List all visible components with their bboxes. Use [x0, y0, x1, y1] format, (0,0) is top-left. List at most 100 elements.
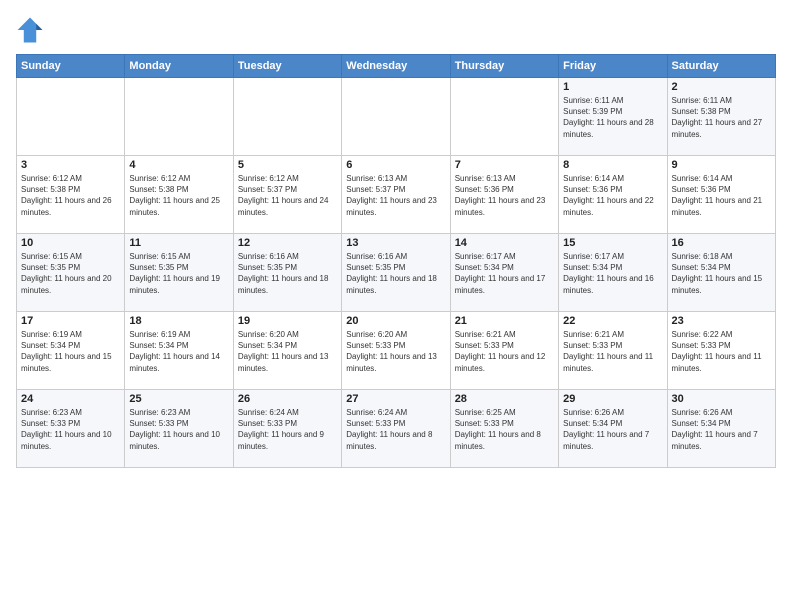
- day-info: Sunrise: 6:12 AM Sunset: 5:38 PM Dayligh…: [129, 173, 228, 218]
- calendar-cell: 15 Sunrise: 6:17 AM Sunset: 5:34 PM Dayli…: [559, 234, 667, 312]
- calendar-cell: 23 Sunrise: 6:22 AM Sunset: 5:33 PM Dayli…: [667, 312, 775, 390]
- calendar-cell: 29 Sunrise: 6:26 AM Sunset: 5:34 PM Dayli…: [559, 390, 667, 468]
- weekday-header-friday: Friday: [559, 55, 667, 78]
- day-info: Sunrise: 6:13 AM Sunset: 5:37 PM Dayligh…: [346, 173, 445, 218]
- day-info: Sunrise: 6:20 AM Sunset: 5:33 PM Dayligh…: [346, 329, 445, 374]
- day-info: Sunrise: 6:12 AM Sunset: 5:37 PM Dayligh…: [238, 173, 337, 218]
- day-info: Sunrise: 6:20 AM Sunset: 5:34 PM Dayligh…: [238, 329, 337, 374]
- day-info: Sunrise: 6:24 AM Sunset: 5:33 PM Dayligh…: [346, 407, 445, 452]
- calendar-cell: 19 Sunrise: 6:20 AM Sunset: 5:34 PM Dayli…: [233, 312, 341, 390]
- calendar-cell: [125, 78, 233, 156]
- day-info: Sunrise: 6:11 AM Sunset: 5:38 PM Dayligh…: [672, 95, 771, 140]
- day-info: Sunrise: 6:19 AM Sunset: 5:34 PM Dayligh…: [21, 329, 120, 374]
- day-number: 27: [346, 393, 445, 405]
- day-number: 11: [129, 237, 228, 249]
- calendar-cell: 11 Sunrise: 6:15 AM Sunset: 5:35 PM Dayli…: [125, 234, 233, 312]
- calendar-cell: 21 Sunrise: 6:21 AM Sunset: 5:33 PM Dayli…: [450, 312, 558, 390]
- calendar-cell: 24Sunrise: 6:23 AM Sunset: 5:33 PM Dayli…: [17, 390, 125, 468]
- calendar-cell: 7 Sunrise: 6:13 AM Sunset: 5:36 PM Daylig…: [450, 156, 558, 234]
- day-info: Sunrise: 6:26 AM Sunset: 5:34 PM Dayligh…: [563, 407, 662, 452]
- day-number: 13: [346, 237, 445, 249]
- page: SundayMondayTuesdayWednesdayThursdayFrid…: [0, 0, 792, 612]
- calendar-cell: 2 Sunrise: 6:11 AM Sunset: 5:38 PM Daylig…: [667, 78, 775, 156]
- calendar-cell: 26Sunrise: 6:24 AM Sunset: 5:33 PM Dayli…: [233, 390, 341, 468]
- day-number: 2: [672, 81, 771, 93]
- logo: [16, 16, 48, 44]
- day-number: 19: [238, 315, 337, 327]
- week-row-4: 17 Sunrise: 6:19 AM Sunset: 5:34 PM Dayli…: [17, 312, 776, 390]
- calendar-cell: 4 Sunrise: 6:12 AM Sunset: 5:38 PM Daylig…: [125, 156, 233, 234]
- day-info: Sunrise: 6:21 AM Sunset: 5:33 PM Dayligh…: [455, 329, 554, 374]
- week-row-5: 24Sunrise: 6:23 AM Sunset: 5:33 PM Dayli…: [17, 390, 776, 468]
- day-info: Sunrise: 6:11 AM Sunset: 5:39 PM Dayligh…: [563, 95, 662, 140]
- calendar-cell: 22 Sunrise: 6:21 AM Sunset: 5:33 PM Dayli…: [559, 312, 667, 390]
- day-info: Sunrise: 6:14 AM Sunset: 5:36 PM Dayligh…: [563, 173, 662, 218]
- day-number: 23: [672, 315, 771, 327]
- calendar-cell: 13 Sunrise: 6:16 AM Sunset: 5:35 PM Dayli…: [342, 234, 450, 312]
- day-info: Sunrise: 6:15 AM Sunset: 5:35 PM Dayligh…: [21, 251, 120, 296]
- day-number: 6: [346, 159, 445, 171]
- day-info: Sunrise: 6:21 AM Sunset: 5:33 PM Dayligh…: [563, 329, 662, 374]
- day-number: 21: [455, 315, 554, 327]
- day-info: Sunrise: 6:23 AM Sunset: 5:33 PM Dayligh…: [129, 407, 228, 452]
- day-number: 10: [21, 237, 120, 249]
- weekday-header-sunday: Sunday: [17, 55, 125, 78]
- day-info: Sunrise: 6:17 AM Sunset: 5:34 PM Dayligh…: [455, 251, 554, 296]
- calendar-cell: 18Sunrise: 6:19 AM Sunset: 5:34 PM Dayli…: [125, 312, 233, 390]
- week-row-2: 3 Sunrise: 6:12 AM Sunset: 5:38 PM Daylig…: [17, 156, 776, 234]
- day-number: 18: [129, 315, 228, 327]
- calendar-body: 1 Sunrise: 6:11 AM Sunset: 5:39 PM Daylig…: [17, 78, 776, 468]
- calendar-cell: [17, 78, 125, 156]
- day-info: Sunrise: 6:16 AM Sunset: 5:35 PM Dayligh…: [238, 251, 337, 296]
- week-row-3: 10 Sunrise: 6:15 AM Sunset: 5:35 PM Dayli…: [17, 234, 776, 312]
- logo-icon: [16, 16, 44, 44]
- calendar-cell: 20 Sunrise: 6:20 AM Sunset: 5:33 PM Dayli…: [342, 312, 450, 390]
- day-number: 4: [129, 159, 228, 171]
- calendar-cell: 30 Sunrise: 6:26 AM Sunset: 5:34 PM Dayli…: [667, 390, 775, 468]
- calendar-cell: 17 Sunrise: 6:19 AM Sunset: 5:34 PM Dayli…: [17, 312, 125, 390]
- day-number: 26: [238, 393, 337, 405]
- calendar-cell: [450, 78, 558, 156]
- day-number: 8: [563, 159, 662, 171]
- day-info: Sunrise: 6:13 AM Sunset: 5:36 PM Dayligh…: [455, 173, 554, 218]
- calendar-cell: 16 Sunrise: 6:18 AM Sunset: 5:34 PM Dayli…: [667, 234, 775, 312]
- day-info: Sunrise: 6:14 AM Sunset: 5:36 PM Dayligh…: [672, 173, 771, 218]
- calendar-cell: 3 Sunrise: 6:12 AM Sunset: 5:38 PM Daylig…: [17, 156, 125, 234]
- calendar-cell: 12 Sunrise: 6:16 AM Sunset: 5:35 PM Dayli…: [233, 234, 341, 312]
- day-number: 3: [21, 159, 120, 171]
- day-number: 17: [21, 315, 120, 327]
- calendar-cell: 6 Sunrise: 6:13 AM Sunset: 5:37 PM Daylig…: [342, 156, 450, 234]
- calendar-cell: 14Sunrise: 6:17 AM Sunset: 5:34 PM Dayli…: [450, 234, 558, 312]
- day-of-week-header: SundayMondayTuesdayWednesdayThursdayFrid…: [17, 55, 776, 78]
- day-number: 16: [672, 237, 771, 249]
- calendar-table: SundayMondayTuesdayWednesdayThursdayFrid…: [16, 54, 776, 468]
- day-info: Sunrise: 6:16 AM Sunset: 5:35 PM Dayligh…: [346, 251, 445, 296]
- day-number: 30: [672, 393, 771, 405]
- day-number: 7: [455, 159, 554, 171]
- week-row-1: 1 Sunrise: 6:11 AM Sunset: 5:39 PM Daylig…: [17, 78, 776, 156]
- weekday-header-tuesday: Tuesday: [233, 55, 341, 78]
- calendar-cell: 10 Sunrise: 6:15 AM Sunset: 5:35 PM Dayli…: [17, 234, 125, 312]
- day-info: Sunrise: 6:15 AM Sunset: 5:35 PM Dayligh…: [129, 251, 228, 296]
- calendar-cell: 9Sunrise: 6:14 AM Sunset: 5:36 PM Daylig…: [667, 156, 775, 234]
- day-info: Sunrise: 6:18 AM Sunset: 5:34 PM Dayligh…: [672, 251, 771, 296]
- day-number: 29: [563, 393, 662, 405]
- day-number: 1: [563, 81, 662, 93]
- day-info: Sunrise: 6:17 AM Sunset: 5:34 PM Dayligh…: [563, 251, 662, 296]
- day-number: 12: [238, 237, 337, 249]
- day-number: 22: [563, 315, 662, 327]
- calendar-cell: 25 Sunrise: 6:23 AM Sunset: 5:33 PM Dayli…: [125, 390, 233, 468]
- day-number: 20: [346, 315, 445, 327]
- day-info: Sunrise: 6:22 AM Sunset: 5:33 PM Dayligh…: [672, 329, 771, 374]
- day-info: Sunrise: 6:26 AM Sunset: 5:34 PM Dayligh…: [672, 407, 771, 452]
- day-number: 25: [129, 393, 228, 405]
- day-info: Sunrise: 6:23 AM Sunset: 5:33 PM Dayligh…: [21, 407, 120, 452]
- day-number: 15: [563, 237, 662, 249]
- weekday-header-monday: Monday: [125, 55, 233, 78]
- calendar-cell: [342, 78, 450, 156]
- day-info: Sunrise: 6:12 AM Sunset: 5:38 PM Dayligh…: [21, 173, 120, 218]
- calendar-cell: 27 Sunrise: 6:24 AM Sunset: 5:33 PM Dayli…: [342, 390, 450, 468]
- header: [16, 16, 776, 44]
- calendar-cell: [233, 78, 341, 156]
- day-number: 5: [238, 159, 337, 171]
